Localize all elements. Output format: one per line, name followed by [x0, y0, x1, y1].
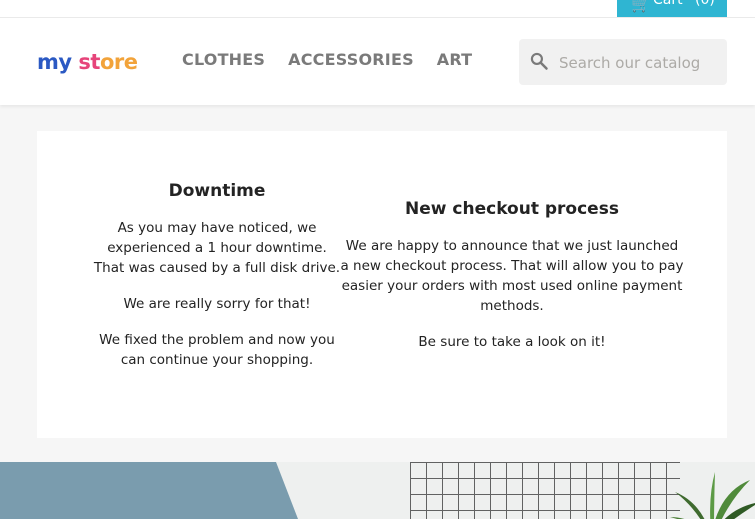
- plant-image: [670, 472, 755, 519]
- nav-item-clothes[interactable]: CLOTHES: [182, 50, 265, 69]
- search-box: [519, 39, 727, 85]
- search-icon[interactable]: [529, 51, 549, 71]
- cart-count: (0): [695, 0, 715, 8]
- top-bar: 🛒 Cart (0): [0, 0, 755, 18]
- cart-button[interactable]: 🛒 Cart (0): [617, 0, 727, 17]
- custom-text-block: Downtime As you may have noticed, we exp…: [37, 131, 727, 438]
- header: my store CLOTHES ACCESSORIES ART: [0, 18, 755, 105]
- hero-banner[interactable]: [0, 462, 755, 519]
- downtime-paragraph: We fixed the problem and now you can con…: [99, 332, 335, 368]
- banner-color-shape: [0, 462, 298, 519]
- cart-label: Cart: [653, 0, 683, 8]
- store-logo[interactable]: my store: [37, 50, 138, 74]
- logo-text-part: ore: [99, 50, 138, 74]
- logo-text-part: st: [78, 50, 100, 74]
- downtime-title: Downtime: [168, 181, 266, 201]
- search-input[interactable]: [557, 48, 721, 78]
- nav-item-accessories[interactable]: ACCESSORIES: [288, 50, 414, 69]
- banner-grid-image: [410, 462, 680, 519]
- checkout-notice: New checkout process We are happy to ann…: [340, 199, 684, 368]
- checkout-title: New checkout process: [405, 199, 619, 219]
- downtime-notice: Downtime As you may have noticed, we exp…: [92, 181, 342, 386]
- checkout-paragraph: Be sure to take a look on it!: [418, 334, 606, 350]
- cart-icon: 🛒: [631, 0, 651, 13]
- downtime-paragraph: We are really sorry for that!: [123, 296, 311, 312]
- main-nav: CLOTHES ACCESSORIES ART: [182, 50, 472, 69]
- checkout-paragraph: We are happy to announce that we just la…: [340, 238, 684, 314]
- downtime-paragraph: As you may have noticed, we experienced …: [93, 220, 341, 276]
- logo-text-part: my: [37, 50, 72, 74]
- nav-item-art[interactable]: ART: [437, 50, 473, 69]
